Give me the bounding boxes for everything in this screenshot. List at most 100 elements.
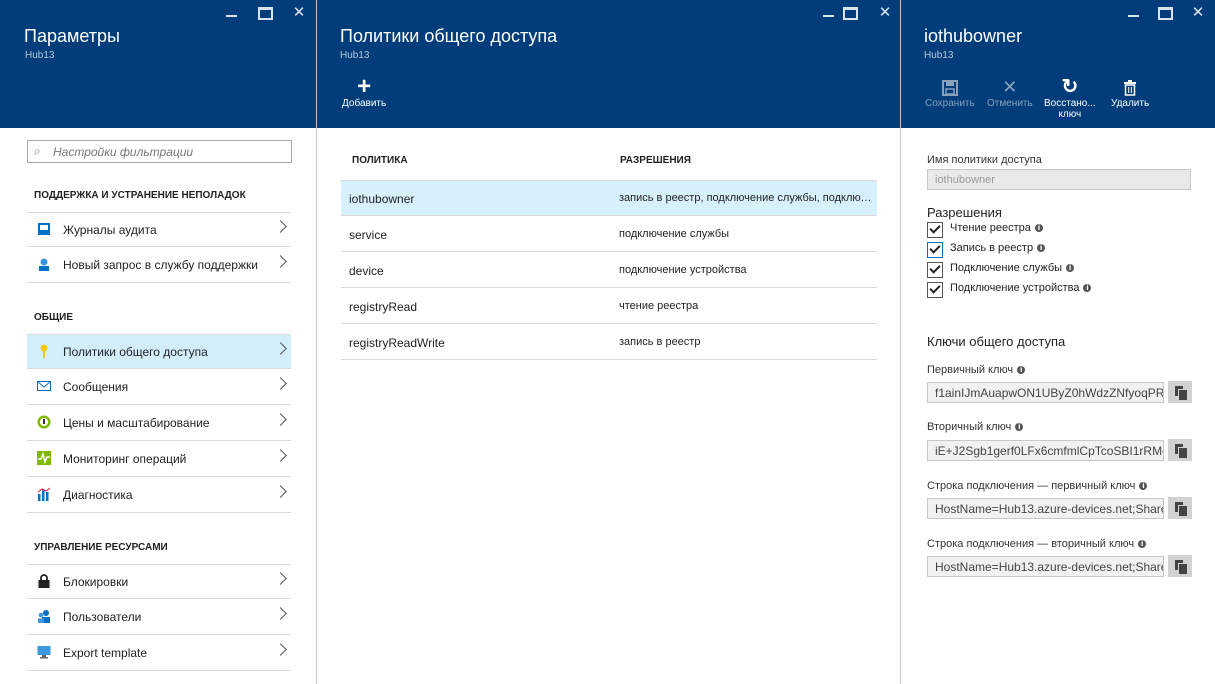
chevron-right-icon xyxy=(274,607,287,620)
policies-blade-header: Политики общего доступа Hub13 ✕ + Добави… xyxy=(317,0,900,128)
permissions-cell: запись в реестр, подключение службы, под… xyxy=(619,192,877,204)
audit-log-icon xyxy=(38,223,50,235)
permissions-heading: Разрешения xyxy=(927,205,1002,220)
key-label-text: Вторичный ключ xyxy=(927,421,1012,433)
blade-subtitle: Hub13 xyxy=(25,50,55,61)
info-icon[interactable]: i xyxy=(1139,482,1148,491)
permission-label: Чтение реестра xyxy=(950,222,1031,234)
discard-button[interactable]: ✕ Отменить xyxy=(987,76,1033,109)
delete-label: Удалить xyxy=(1111,98,1150,109)
nav-item-diagnostics[interactable]: Диагностика xyxy=(27,478,291,513)
save-button[interactable]: Сохранить xyxy=(925,76,975,109)
checkbox[interactable] xyxy=(927,262,943,278)
close-icon[interactable]: ✕ xyxy=(286,4,312,22)
key-icon xyxy=(40,344,48,358)
nav-item-export-template[interactable]: Export template xyxy=(27,636,291,671)
policy-blade-header: iothubowner Hub13 ✕ Сохранить ✕ Отменить… xyxy=(901,0,1215,128)
permission-label: Запись в реестр xyxy=(950,242,1034,254)
copy-secondary-key-button[interactable] xyxy=(1168,439,1192,461)
monitoring-icon xyxy=(37,451,51,465)
blade-title: iothubowner xyxy=(924,26,1023,46)
minimize-icon[interactable] xyxy=(1120,4,1146,22)
checkbox[interactable] xyxy=(927,282,943,298)
blade-title: Политики общего доступа xyxy=(340,26,558,46)
save-icon xyxy=(925,76,975,98)
primary-connection-string-field[interactable]: HostName=Hub13.azure-devices.net;SharedA… xyxy=(927,498,1164,519)
info-icon[interactable]: i xyxy=(1037,244,1046,253)
table-row-service[interactable]: service подключение службы xyxy=(341,217,877,252)
table-row-registryread[interactable]: registryRead чтение реестра xyxy=(341,289,877,324)
lock-icon xyxy=(38,574,50,588)
checkbox[interactable] xyxy=(927,242,943,258)
nav-item-label: Блокировки xyxy=(63,575,129,589)
primary-key-label: Первичный ключ i xyxy=(927,364,1026,376)
refresh-icon: ↻ xyxy=(1061,76,1079,98)
discard-x-icon: ✕ xyxy=(1002,77,1018,97)
regenerate-label-line2: ключ xyxy=(1058,109,1082,120)
nav-item-label: Сообщения xyxy=(63,380,129,394)
info-icon[interactable]: i xyxy=(1034,224,1043,233)
info-icon[interactable]: i xyxy=(1083,284,1092,293)
regenerate-key-button[interactable]: ↻ Восстано... ключ xyxy=(1044,76,1096,120)
nav-item-pricing-and-scale[interactable]: Цены и масштабирование xyxy=(27,406,291,441)
filter-settings-input[interactable]: ⌕ Настройки фильтрации xyxy=(27,140,292,163)
nav-item-label: Диагностика xyxy=(63,488,133,502)
nav-item-audit-logs[interactable]: Журналы аудита xyxy=(27,212,291,247)
table-row-iothubowner[interactable]: iothubowner запись в реестр, подключение… xyxy=(341,181,877,216)
shared-keys-heading: Ключи общего доступа xyxy=(927,334,1066,349)
info-icon[interactable]: i xyxy=(1066,264,1075,273)
nav-item-messages[interactable]: Сообщения xyxy=(27,370,291,405)
nav-item-users[interactable]: Пользователи xyxy=(27,600,291,635)
info-icon[interactable]: i xyxy=(1017,366,1026,375)
regenerate-label-line1: Восстано... xyxy=(1044,98,1096,109)
section-heading-support: ПОДДЕРЖКА И УСТРАНЕНИЕ НЕПОЛАДОК xyxy=(34,190,246,201)
copy-primary-connection-string-button[interactable] xyxy=(1168,497,1192,519)
section-heading-general: ОБЩИЕ xyxy=(34,312,74,323)
section-heading-resource-management: УПРАВЛЕНИЕ РЕСУРСАМИ xyxy=(34,542,168,553)
settings-blade-header: Параметры Hub13 ✕ xyxy=(0,0,316,128)
maximize-icon[interactable] xyxy=(837,4,863,22)
blade-subtitle: Hub13 xyxy=(340,50,370,61)
nav-item-operations-monitoring[interactable]: Мониторинг операций xyxy=(27,442,291,477)
maximize-icon[interactable] xyxy=(1152,4,1178,22)
delete-button[interactable]: Удалить xyxy=(1111,76,1149,109)
permissions-cell: подключение службы xyxy=(619,228,730,240)
checkbox[interactable] xyxy=(927,222,943,238)
info-icon[interactable]: i xyxy=(1138,540,1147,549)
nav-item-locks[interactable]: Блокировки xyxy=(27,564,291,599)
pricing-icon xyxy=(37,415,51,429)
add-button[interactable]: + Добавить xyxy=(342,75,386,110)
chevron-right-icon xyxy=(274,449,287,462)
copy-primary-key-button[interactable] xyxy=(1168,381,1192,403)
secondary-key-field[interactable]: iE+J2Sgb1gerf0LFx6cmfmlCpTcoSBI1rRMc xyxy=(927,440,1164,461)
maximize-icon[interactable] xyxy=(252,4,278,22)
nav-item-label: Мониторинг операций xyxy=(63,452,187,466)
copy-secondary-connection-string-button[interactable] xyxy=(1168,555,1192,577)
close-icon[interactable]: ✕ xyxy=(1185,4,1211,22)
nav-item-new-support-request[interactable]: Новый запрос в службу поддержки xyxy=(27,248,291,283)
policy-name-field: iothubowner xyxy=(927,169,1191,190)
close-icon[interactable]: ✕ xyxy=(872,4,898,22)
table-row-registryreadwrite[interactable]: registryReadWrite запись в реестр xyxy=(341,325,877,360)
filter-placeholder: Настройки фильтрации xyxy=(53,145,194,159)
secondary-key-label: Вторичный ключ i xyxy=(927,421,1024,433)
primary-key-field[interactable]: f1ainIJmAuapwON1UByZ0hWdzZNfyoqPR xyxy=(927,382,1164,403)
chevron-right-icon xyxy=(274,255,287,268)
policy-cell: registryRead xyxy=(349,300,418,314)
nav-item-label: Новый запрос в службу поддержки xyxy=(63,258,258,272)
secondary-connection-string-label: Строка подключения — вторичный ключ i xyxy=(927,538,1147,550)
permission-label: Подключение устройства xyxy=(950,282,1080,294)
trash-icon xyxy=(1111,76,1149,98)
minimize-icon[interactable] xyxy=(218,4,244,22)
column-header-policy: ПОЛИТИКА xyxy=(352,155,408,166)
blade-subtitle: Hub13 xyxy=(924,50,954,61)
export-template-icon xyxy=(37,646,51,659)
nav-item-label: Журналы аудита xyxy=(63,223,157,237)
search-icon: ⌕ xyxy=(34,144,41,158)
permissions-cell: чтение реестра xyxy=(619,300,699,312)
table-row-device[interactable]: device подключение устройства xyxy=(341,253,877,288)
nav-item-shared-access-policies[interactable]: Политики общего доступа xyxy=(27,334,291,369)
info-icon[interactable]: i xyxy=(1015,423,1024,432)
secondary-connection-string-field[interactable]: HostName=Hub13.azure-devices.net;SharedA… xyxy=(927,556,1164,577)
nav-item-label: Export template xyxy=(63,646,148,660)
